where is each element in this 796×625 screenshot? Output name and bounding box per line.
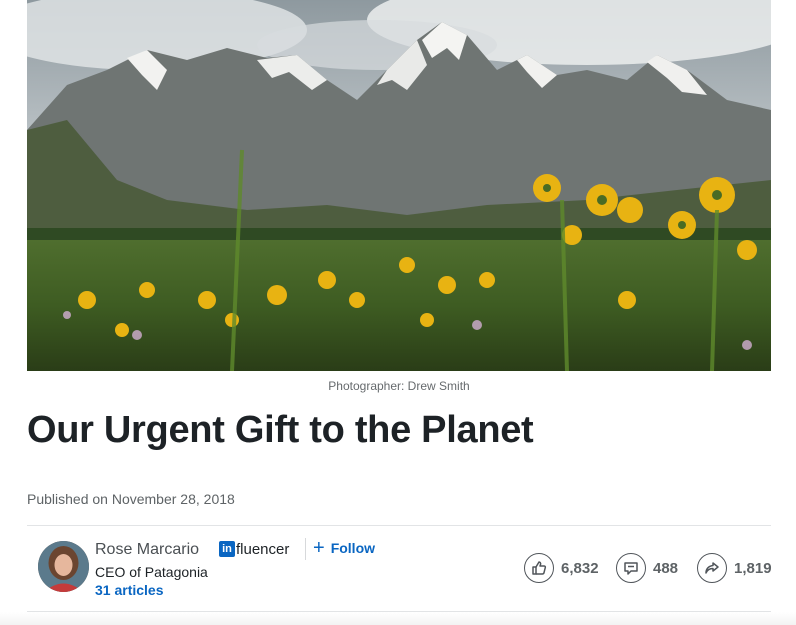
comment-icon [616, 553, 646, 583]
author-job-title: CEO of Patagonia [95, 564, 208, 580]
plus-icon: + [313, 537, 325, 559]
share-arrow-icon [697, 553, 727, 583]
photo-caption: Photographer: Drew Smith [328, 379, 470, 393]
thumbs-up-icon [524, 553, 554, 583]
shares-count: 1,819 [734, 559, 772, 577]
follow-label: Follow [330, 540, 376, 556]
shares-button[interactable]: 1,819 [697, 553, 772, 583]
author-avatar[interactable] [38, 541, 89, 592]
influencer-badge: in fluencer [219, 540, 289, 558]
page-bottom-fade [0, 612, 796, 625]
comments-button[interactable]: 488 [616, 553, 678, 583]
author-name[interactable]: Rose Marcario [95, 541, 199, 559]
linkedin-in-icon: in [219, 541, 235, 557]
follow-button[interactable]: + Follow [313, 537, 376, 559]
hero-image [27, 0, 771, 371]
divider-top [27, 525, 771, 526]
author-articles-link[interactable]: 31 articles [95, 582, 164, 598]
comments-count: 488 [653, 559, 679, 577]
article-title: Our Urgent Gift to the Planet [27, 409, 534, 451]
published-date: Published on November 28, 2018 [27, 491, 235, 507]
likes-button[interactable]: 6,832 [524, 553, 599, 583]
likes-count: 6,832 [561, 559, 599, 577]
vertical-divider [305, 538, 306, 560]
influencer-label: fluencer [236, 540, 290, 558]
